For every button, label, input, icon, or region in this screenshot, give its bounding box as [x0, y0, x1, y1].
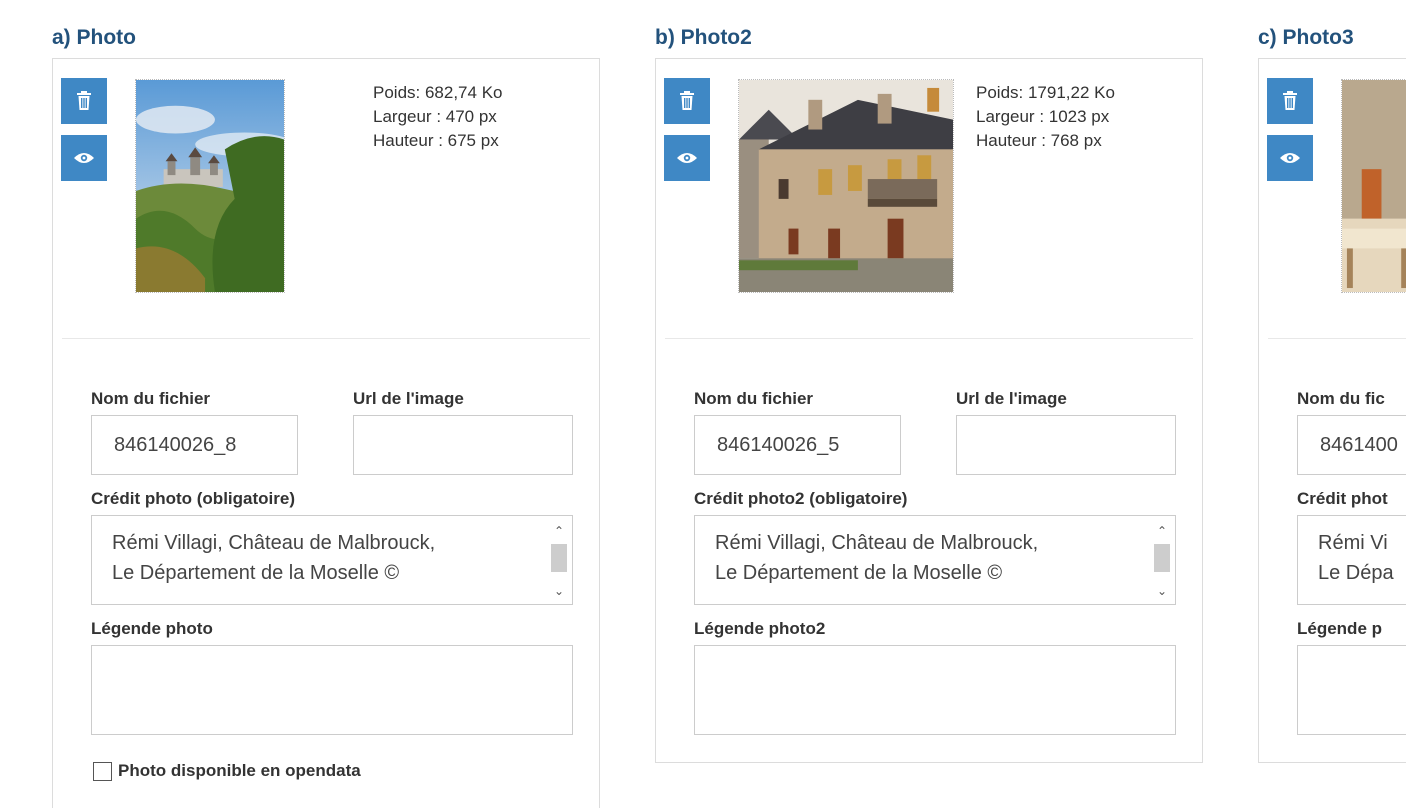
eye-icon — [677, 153, 697, 163]
image-url-label: Url de l'image — [956, 389, 1067, 408]
filename-label: Nom du fichier — [91, 389, 211, 408]
eye-icon — [1280, 153, 1300, 163]
filename-label: Nom du fic — [1297, 389, 1385, 408]
textarea-scrollbar[interactable]: ⌃ ⌄ — [1151, 518, 1173, 602]
textarea-scrollbar[interactable]: ⌃ ⌄ — [548, 518, 570, 602]
file-weight: Poids: 1791,22 Ko — [976, 83, 1115, 102]
photo-thumbnail[interactable] — [135, 79, 285, 293]
photo2-credit-textarea[interactable]: Rémi Villagi, Château de Malbrouck, Le D… — [694, 515, 1176, 605]
view-photo3-button[interactable] — [1267, 135, 1313, 181]
photo2-credit-label: Crédit photo2 (obligatoire) — [694, 489, 908, 508]
photo3-credit-label: Crédit phot — [1297, 489, 1388, 508]
photo2-legend-textarea[interactable] — [694, 645, 1176, 735]
scroll-up-icon[interactable]: ⌃ — [548, 520, 570, 542]
file-height: Hauteur : 768 px — [976, 131, 1102, 150]
castle-hill-image — [136, 80, 284, 292]
panel-b-card: Poids: 1791,22 Ko Largeur : 1023 px Haut… — [655, 58, 1203, 763]
image-url-input[interactable] — [956, 415, 1176, 475]
photo-credit-textarea[interactable]: Rémi Villagi, Château de Malbrouck, Le D… — [91, 515, 573, 605]
photo3-credit-textarea[interactable]: Rémi Vi Le Dépa — [1297, 515, 1406, 605]
panel-a-card: Poids: 682,74 Ko Largeur : 470 px Hauteu… — [52, 58, 600, 808]
scroll-thumb[interactable] — [551, 544, 567, 572]
scroll-down-icon[interactable]: ⌄ — [548, 580, 570, 602]
view-photo-button[interactable] — [61, 135, 107, 181]
photo2-metadata: Poids: 1791,22 Ko Largeur : 1023 px Haut… — [976, 81, 1115, 153]
view-photo2-button[interactable] — [664, 135, 710, 181]
photo-metadata: Poids: 682,74 Ko Largeur : 470 px Hauteu… — [373, 81, 502, 153]
opendata-checkbox[interactable] — [93, 761, 112, 781]
photo3-thumbnail[interactable] — [1341, 79, 1406, 293]
opendata-label: Photo disponible en opendata — [118, 761, 361, 780]
file-width: Largeur : 470 px — [373, 107, 497, 126]
file-height: Hauteur : 675 px — [373, 131, 499, 150]
scroll-up-icon[interactable]: ⌃ — [1151, 520, 1173, 542]
scroll-down-icon[interactable]: ⌄ — [1151, 580, 1173, 602]
credit-line: Le Département de la Moselle © — [112, 562, 400, 584]
file-width: Largeur : 1023 px — [976, 107, 1110, 126]
delete-photo2-button[interactable] — [664, 78, 710, 124]
photo-credit-label: Crédit photo (obligatoire) — [91, 489, 295, 508]
trash-icon — [77, 91, 91, 110]
credit-line: Rémi Vi — [1318, 532, 1388, 554]
credit-line: Le Dépa — [1318, 562, 1394, 584]
photo2-thumbnail[interactable] — [738, 79, 954, 293]
stone-building-image — [739, 80, 953, 292]
panel-b-title: b) Photo2 — [655, 26, 752, 49]
delete-photo-button[interactable] — [61, 78, 107, 124]
photo3-legend-label: Légende p — [1297, 619, 1383, 638]
photo3-legend-textarea[interactable] — [1297, 645, 1406, 735]
photo-panels: a) Photo Poids: 682,74 Ko Largeur: 470 … — [0, 0, 1406, 808]
panel-c-card: Nom du fic 8461400 Crédit phot Rémi Vi L… — [1258, 58, 1406, 763]
panel-a-title: a) Photo — [52, 26, 136, 49]
trash-icon — [1283, 91, 1297, 110]
filename-input[interactable]: 846140026_8 — [91, 415, 298, 475]
credit-line: Rémi Villagi, Château de Malbrouck, — [715, 532, 1039, 554]
delete-photo3-button[interactable] — [1267, 78, 1313, 124]
image-url-label: Url de l'image — [353, 389, 464, 408]
image-url-input[interactable] — [353, 415, 573, 475]
photo-legend-label: Légende photo — [91, 619, 213, 638]
trash-icon — [680, 91, 694, 110]
filename-label: Nom du fichier — [694, 389, 814, 408]
file-weight: Poids: 682,74 Ko — [373, 83, 503, 102]
eye-icon — [74, 153, 94, 163]
credit-line: Rémi Villagi, Château de Malbrouck, — [112, 532, 436, 554]
panel-c-title: c) Photo3 — [1258, 26, 1354, 49]
scroll-thumb[interactable] — [1154, 544, 1170, 572]
photo2-legend-label: Légende photo2 — [694, 619, 826, 638]
opendata-checkbox-row[interactable]: Photo disponible en opendata — [93, 761, 361, 781]
filename-input[interactable]: 846140026_5 — [694, 415, 901, 475]
divider — [1268, 338, 1406, 339]
divider — [665, 338, 1193, 339]
interior-room-image — [1342, 80, 1406, 292]
filename-input[interactable]: 8461400 — [1297, 415, 1406, 475]
credit-line: Le Département de la Moselle © — [715, 562, 1003, 584]
divider — [62, 338, 590, 339]
photo-legend-textarea[interactable] — [91, 645, 573, 735]
